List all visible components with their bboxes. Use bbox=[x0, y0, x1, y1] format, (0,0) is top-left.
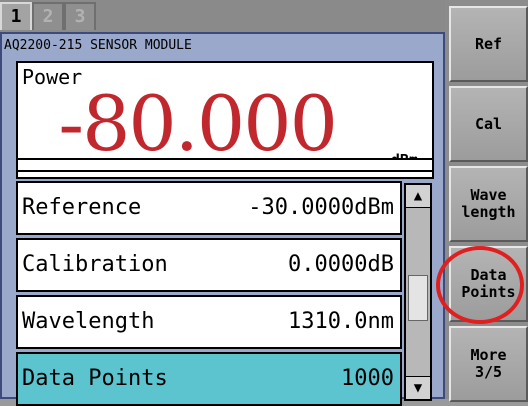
tab-1[interactable]: 1 bbox=[0, 2, 32, 30]
list-item-value: 1000 bbox=[341, 366, 394, 391]
scroll-up-icon[interactable]: ▲ bbox=[406, 185, 430, 208]
list-item-value: 1310.0nm bbox=[288, 309, 394, 334]
more-button[interactable]: More 3/5 bbox=[449, 326, 528, 402]
scroll-down-icon[interactable]: ▼ bbox=[406, 376, 430, 399]
ref-button[interactable]: Ref bbox=[449, 6, 528, 82]
softkey-column: Ref Cal Wave length Data Points More 3/5 bbox=[445, 0, 528, 402]
sensor-module-panel: AQ2200-215 SENSOR MODULE Power -80.000 d… bbox=[0, 32, 445, 406]
tab-2[interactable]: 2 bbox=[32, 2, 64, 30]
cal-button[interactable]: Cal bbox=[449, 86, 528, 162]
list-item-label: Calibration bbox=[22, 252, 168, 277]
list-item-wavelength[interactable]: Wavelength 1310.0nm bbox=[16, 295, 402, 349]
scroll-thumb[interactable] bbox=[408, 275, 428, 321]
list-item-value: 0.0000dB bbox=[288, 252, 394, 277]
module-title: AQ2200-215 SENSOR MODULE bbox=[4, 38, 192, 53]
tab-bar: 1 2 3 bbox=[0, 0, 445, 32]
power-value: -80.000 bbox=[58, 79, 338, 168]
level-bar bbox=[16, 158, 434, 172]
list-scrollbar[interactable]: ▲ ▼ bbox=[404, 183, 432, 401]
list-item-label: Data Points bbox=[22, 366, 168, 391]
list-item-label: Reference bbox=[22, 195, 142, 220]
list-item-calibration[interactable]: Calibration 0.0000dB bbox=[16, 238, 402, 292]
parameter-list: Reference -30.0000dBm Calibration 0.0000… bbox=[16, 181, 402, 406]
list-item-reference[interactable]: Reference -30.0000dBm bbox=[16, 181, 402, 235]
tab-3[interactable]: 3 bbox=[64, 2, 96, 30]
list-item-label: Wavelength bbox=[22, 309, 155, 334]
list-item-value: -30.0000dBm bbox=[248, 195, 394, 220]
data-points-button[interactable]: Data Points bbox=[449, 246, 528, 322]
list-item-data-points[interactable]: Data Points 1000 bbox=[16, 352, 402, 406]
wavelength-button[interactable]: Wave length bbox=[449, 166, 528, 242]
